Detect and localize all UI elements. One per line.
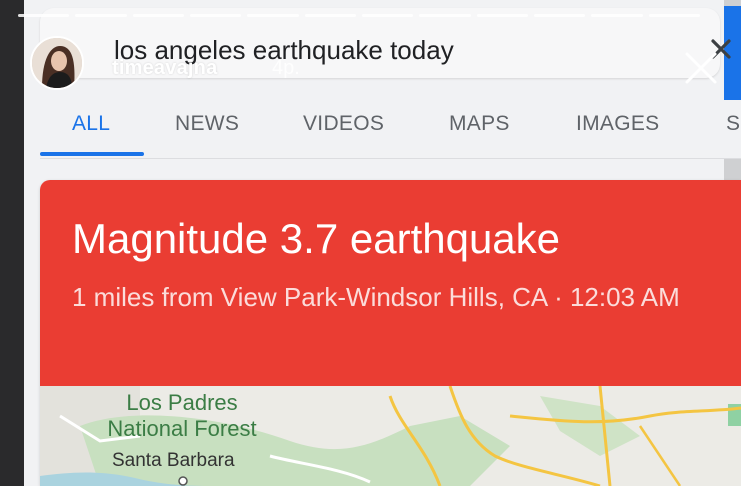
story-progress-bar — [18, 14, 700, 18]
tab-videos[interactable]: VIDEOS — [303, 112, 384, 136]
tab-images[interactable]: IMAGES — [576, 112, 659, 136]
story-username[interactable]: timeavajna — [112, 57, 217, 80]
tab-all[interactable]: ALL — [72, 112, 110, 136]
story-progress-segment — [419, 14, 471, 17]
story-time: 4p. — [272, 57, 300, 79]
story-progress-segment — [304, 14, 356, 17]
active-tab-indicator — [40, 152, 144, 156]
story-progress-segment — [476, 14, 528, 17]
search-tabs: ALL NEWS VIDEOS MAPS IMAGES S — [40, 100, 741, 159]
tab-maps[interactable]: MAPS — [449, 112, 510, 136]
story-progress-segment — [189, 14, 242, 17]
story-progress-segment — [591, 14, 643, 17]
tab-news[interactable]: NEWS — [175, 112, 239, 136]
story-close-icon[interactable] — [683, 50, 719, 86]
avatar-photo — [32, 38, 82, 88]
story-progress-segment — [132, 14, 184, 17]
story-progress-segment — [18, 14, 70, 17]
story-progress-segment — [75, 14, 127, 17]
map-label-forest: Los Padres National Forest — [107, 390, 257, 441]
story-progress-segment — [247, 14, 299, 17]
story-progress-segment — [533, 14, 586, 17]
story-progress-segment — [361, 14, 414, 17]
map-label-city: Santa Barbara — [112, 450, 235, 471]
earthquake-header: Magnitude 3.7 earthquake 1 miles from Vi… — [40, 180, 741, 386]
earthquake-details: 1 miles from View Park-Windsor Hills, CA… — [72, 282, 680, 312]
avatar[interactable] — [30, 36, 84, 90]
earthquake-title: Magnitude 3.7 earthquake — [72, 215, 561, 262]
earthquake-map[interactable]: Los Padres National Forest Santa Barbara — [40, 386, 741, 486]
phone-bezel-left — [0, 0, 24, 486]
tab-shopping[interactable]: S — [726, 112, 740, 136]
earthquake-card[interactable]: Magnitude 3.7 earthquake 1 miles from Vi… — [40, 180, 741, 486]
story-progress-segment — [648, 14, 700, 17]
